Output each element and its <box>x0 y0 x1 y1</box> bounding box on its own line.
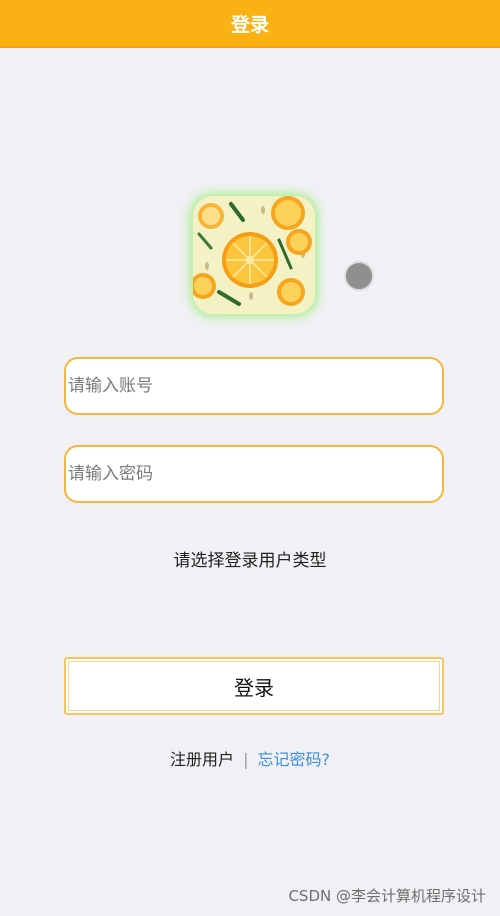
user-type-select[interactable]: 请选择登录用户类型 <box>0 546 500 571</box>
account-input[interactable] <box>66 359 442 413</box>
account-field[interactable] <box>64 357 444 415</box>
status-dot-icon <box>344 261 374 291</box>
link-divider: | <box>243 750 249 769</box>
page-header: 登录 <box>0 0 500 46</box>
auth-links: 注册用户 | 忘记密码? <box>0 746 500 770</box>
orange-slices-logo-icon <box>193 196 315 314</box>
register-link[interactable]: 注册用户 <box>170 750 234 769</box>
watermark: CSDN @李会计算机程序设计 <box>288 887 486 905</box>
password-input[interactable] <box>66 447 442 501</box>
login-button-label: 登录 <box>234 675 274 700</box>
forgot-password-link[interactable]: 忘记密码? <box>257 750 330 769</box>
password-field[interactable] <box>64 445 444 503</box>
app-logo <box>193 196 315 314</box>
header-divider <box>0 46 500 48</box>
user-type-label: 请选择登录用户类型 <box>173 551 327 571</box>
login-button[interactable]: 登录 <box>64 657 444 715</box>
page-title: 登录 <box>230 13 269 36</box>
